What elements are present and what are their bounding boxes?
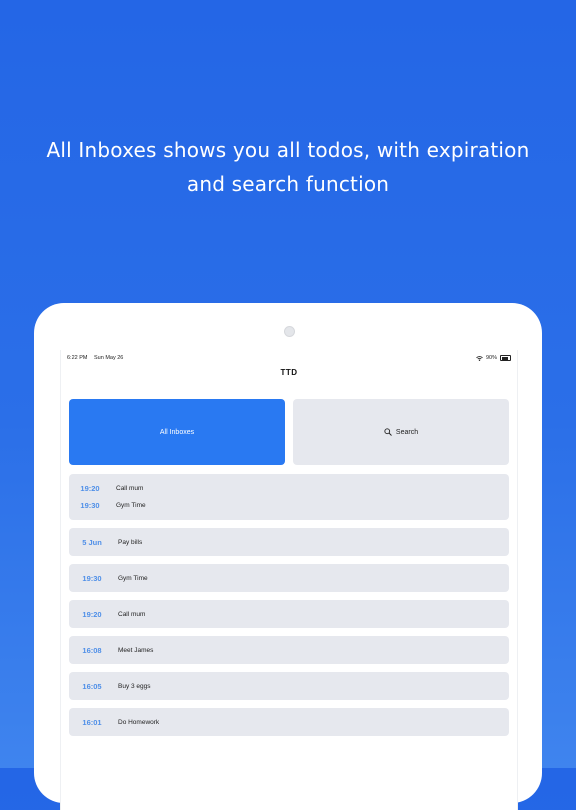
todo-time: 16:08 [82,645,102,655]
promo-line-2: and search function [186,172,390,196]
all-inboxes-label: All Inboxes [159,428,195,436]
todo-card[interactable]: 16:05 Buy 3 eggs [69,672,509,700]
todo-title: Gym Time [116,501,146,509]
battery-percent: 90% [485,355,497,361]
todo-card[interactable]: 16:08 Meet James [69,636,509,664]
camera-icon [284,326,295,337]
todo-time: 5 Jun [82,537,102,547]
todo-card[interactable]: 19:30 Gym Time [69,564,509,592]
todo-card[interactable]: 5 Jun Pay bills [69,528,509,556]
status-time: 6:22 PM [67,355,88,361]
all-inboxes-button[interactable]: All Inboxes [69,399,285,465]
app-screen: 6:22 PM Sun May 26 90% TTD All Inboxes S… [60,350,518,810]
todo-title: Call mum [118,610,146,618]
todo-row[interactable]: 19:20 Call mum [69,482,509,494]
status-date: Sun May 26 [94,355,124,361]
todo-card[interactable]: 19:20 Call mum 19:30 Gym Time [69,474,509,520]
todo-row[interactable]: 16:01 Do Homework [69,716,509,728]
search-label: Search [395,428,419,436]
todo-title: Do Homework [118,718,160,726]
battery-icon [500,355,511,361]
todo-row[interactable]: 5 Jun Pay bills [69,536,509,548]
promo-headline: All Inboxes shows you all todos, with ex… [0,133,576,201]
promo-line-1: All Inboxes shows you all todos, with ex… [46,138,530,162]
todo-title: Call mum [116,484,144,492]
todo-time: 16:05 [82,681,102,691]
search-icon [384,428,392,436]
todo-row[interactable]: 16:08 Meet James [69,644,509,656]
todo-time: 19:30 [82,573,102,583]
todo-title: Gym Time [118,574,148,582]
status-bar: 6:22 PM Sun May 26 90% [67,353,511,363]
todo-time: 19:30 [80,500,100,510]
todo-time: 16:01 [82,717,102,727]
todo-time: 19:20 [82,609,102,619]
todo-title: Buy 3 eggs [118,682,151,690]
todo-row[interactable]: 19:20 Call mum [69,608,509,620]
todo-row[interactable]: 19:30 Gym Time [69,572,509,584]
tablet-frame: 6:22 PM Sun May 26 90% TTD All Inboxes S… [34,303,542,810]
search-button[interactable]: Search [293,399,509,465]
todo-card[interactable]: 16:01 Do Homework [69,708,509,736]
todo-title: Meet James [118,646,154,654]
todo-row[interactable]: 19:30 Gym Time [69,499,509,511]
wifi-icon [476,355,483,361]
todo-card[interactable]: 19:20 Call mum [69,600,509,628]
todo-title: Pay bills [118,538,143,546]
todo-row[interactable]: 16:05 Buy 3 eggs [69,680,509,692]
app-title: TTD [280,368,298,377]
todo-time: 19:20 [80,483,100,493]
